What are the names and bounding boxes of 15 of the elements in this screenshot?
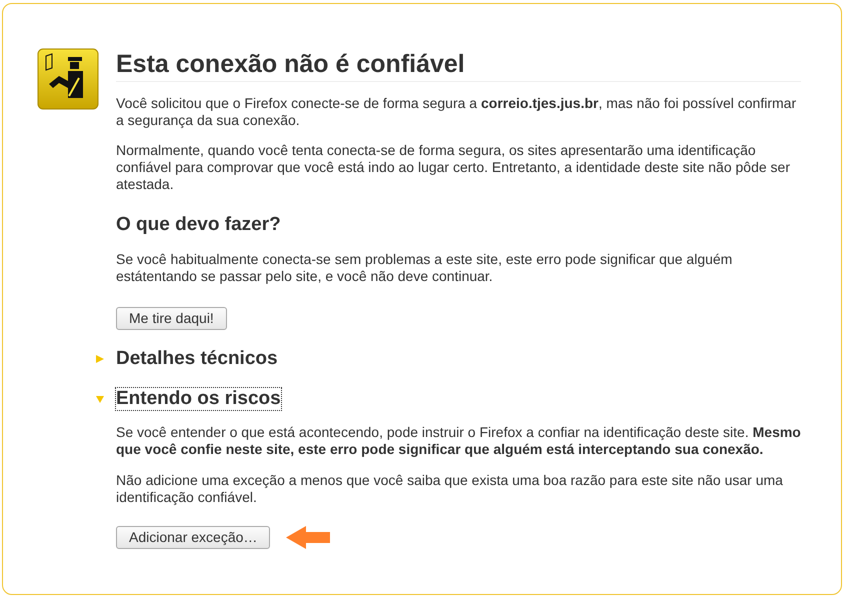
section-toggle[interactable]: Detalhes técnicos xyxy=(116,348,278,370)
section-toggle[interactable]: Entendo os riscos xyxy=(116,388,281,410)
paragraph: Você solicitou que o Firefox conecte-se de forma segura a correio.tjes.jus.br, mas não foi possível confirmar a segurança da sua conexão. xyxy=(116,95,798,129)
paragraph: Normalmente, quando você tenta conecta-se de forma segura, os sites apresentarão uma identificação confiável para comprovar que você está indo ao lugar certo. Entretanto, a identidade deste site não pôde ser atestada. xyxy=(116,142,791,193)
paragraph: Não adicione uma exceção a menos que você saiba que exista uma boa razão para este site não usar uma identificação confiável. xyxy=(116,472,784,506)
expanded-triangle-icon[interactable] xyxy=(96,395,104,403)
add-exception-button[interactable]: Adicionar exceção… xyxy=(116,526,270,549)
paragraph: Se você habitualmente conecta-se sem problemas a este site, este erro pode significar que alguém estátentando se passar pelo site, e você não deve continuar. xyxy=(116,251,734,285)
section-heading: O que devo fazer? xyxy=(116,213,282,237)
collapsed-triangle-icon[interactable] xyxy=(96,355,104,363)
police-officer-icon xyxy=(37,48,99,110)
page-title: Esta conexão não é confiável xyxy=(116,48,801,82)
paragraph: Se você entender o que está acontecendo, pode instruir o Firefox a confiar na identificação deste site. Mesmo que você confie neste site, este erro pode significar que alguém está interceptando sua conexão. xyxy=(116,424,801,458)
arrow-left-icon xyxy=(286,526,330,549)
get-me-out-button[interactable]: Me tire daqui! xyxy=(116,307,227,330)
